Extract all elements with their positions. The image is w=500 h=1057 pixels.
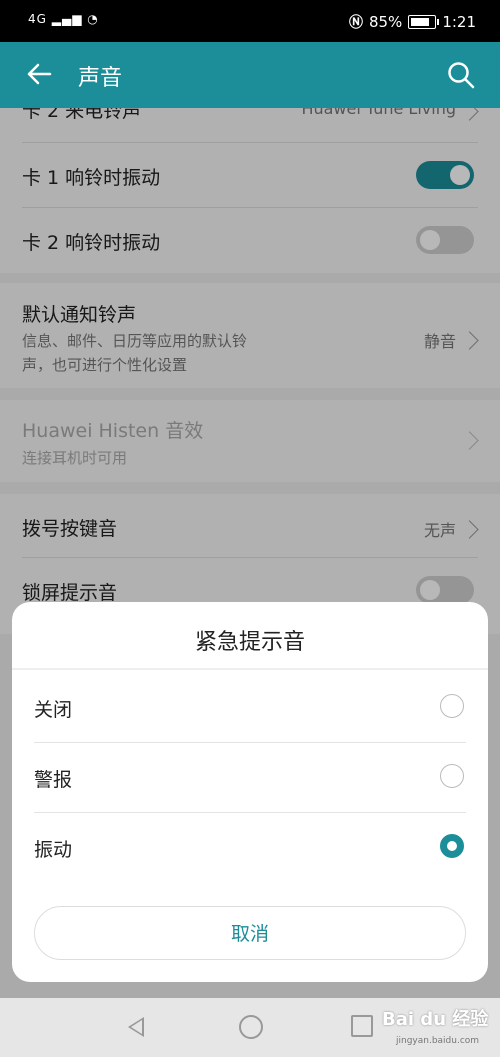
search-icon[interactable]	[446, 60, 476, 90]
option-label: 警报	[34, 769, 73, 791]
nav-home-icon[interactable]	[239, 1015, 263, 1039]
clock: 1:21	[442, 13, 476, 31]
radio-button[interactable]	[440, 694, 464, 718]
dialog-separator	[12, 668, 488, 670]
cancel-button[interactable]: 取消	[34, 906, 466, 960]
dialog-title: 紧急提示音	[194, 630, 305, 655]
option-label: 关闭	[34, 699, 73, 721]
battery-percent: 85%	[368, 13, 403, 31]
radio-button[interactable]	[440, 764, 464, 788]
option-vibrate[interactable]: 振动	[12, 813, 488, 883]
app-bar: 声音	[0, 42, 500, 108]
battery-icon	[408, 15, 440, 29]
option-alarm[interactable]: 警报	[12, 743, 488, 813]
option-label: 振动	[34, 839, 73, 861]
signal-indicator: 4G ▂▄▆ ◔	[28, 12, 99, 26]
network-type: 4G	[28, 12, 47, 26]
page-title: 声音	[78, 66, 123, 91]
watermark: Bai du 经验	[382, 1009, 489, 1030]
radio-button-selected[interactable]	[440, 834, 464, 858]
back-arrow-icon[interactable]	[24, 59, 54, 89]
nav-back-icon[interactable]	[128, 1017, 144, 1037]
watermark-url: jingyan.baidu.com	[396, 1036, 480, 1046]
nav-recent-icon[interactable]	[351, 1015, 373, 1037]
option-off[interactable]: 关闭	[12, 673, 488, 743]
wifi-icon: ◔	[87, 12, 99, 26]
emergency-alert-dialog: 紧急提示音 关闭 警报 振动 取消	[12, 602, 488, 982]
status-bar: 4G ▂▄▆ ◔ Ⓝ 85% 1:21	[0, 0, 500, 42]
nfc-icon: Ⓝ	[348, 15, 363, 31]
